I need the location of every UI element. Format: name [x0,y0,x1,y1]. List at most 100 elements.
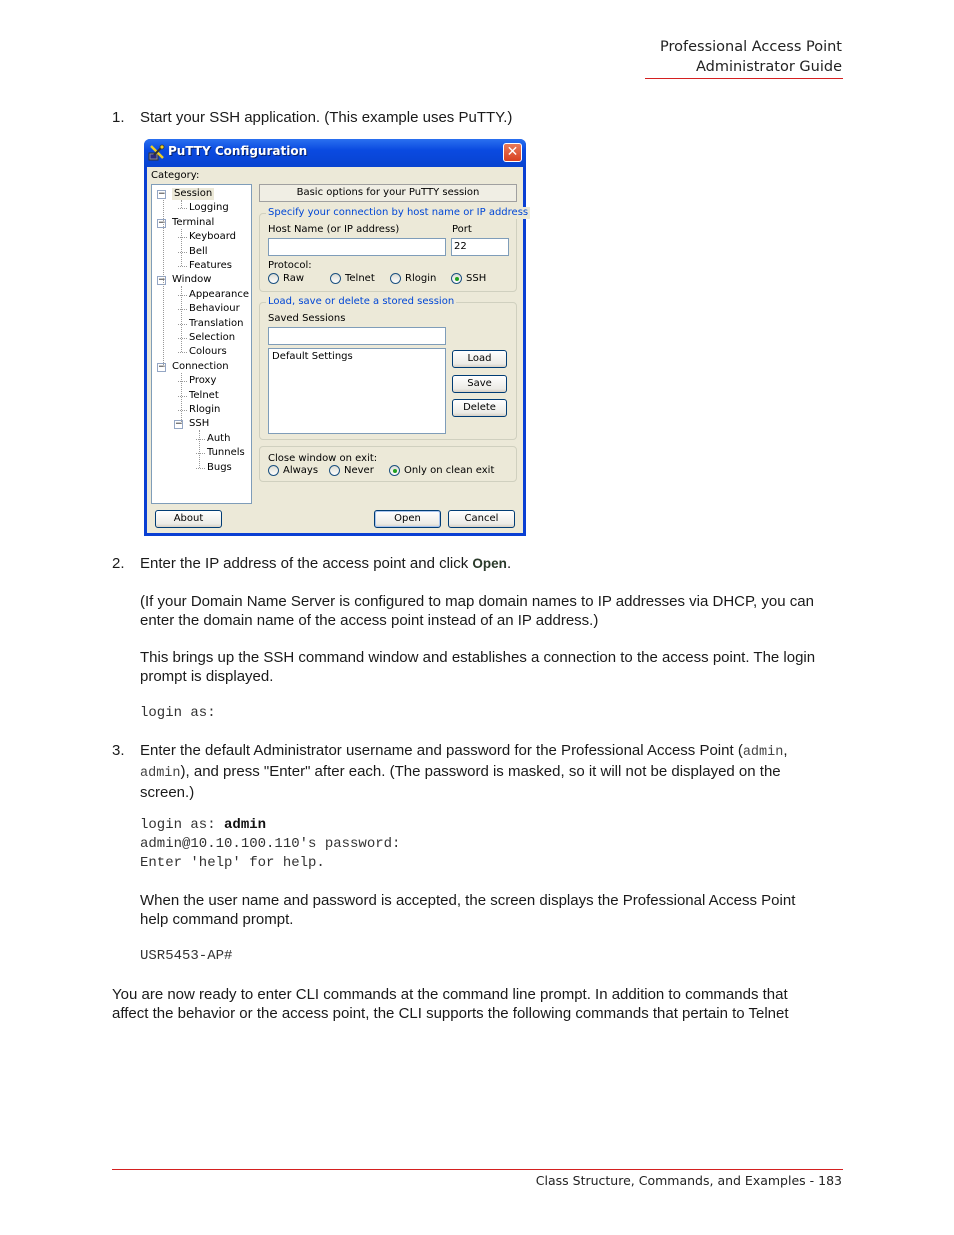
protocol-ssh-radio[interactable]: SSH [451,273,486,285]
tree-item-behaviour[interactable]: Behaviour [189,303,240,315]
tree-item-features[interactable]: Features [189,260,232,272]
closing-line-2: affect the behavior or the access point,… [112,1005,789,1022]
tree-connector [178,208,187,210]
code-login-username: admin [224,817,267,833]
running-header: Professional Access Point Administrator … [660,37,842,77]
tree-connector [181,200,182,209]
about-button[interactable]: About [155,510,222,528]
step-2-instruction: Enter the IP address of the access point… [140,555,473,572]
section-title: Basic options for your PuTTY session [259,184,517,202]
category-tree[interactable]: − Session Logging − Terminal Keyboard Bell Feat… [151,184,252,504]
tree-connector [178,323,187,325]
close-button[interactable]: ✕ [503,143,522,162]
tree-item-translation[interactable]: Translation [189,318,244,330]
cli-prompt-code: USR5453-AP# [140,948,233,964]
tree-item-bugs[interactable]: Bugs [207,462,232,474]
putty-window: PuTTY Configuration ✕ Category: − Session… [144,139,531,536]
tree-item-window[interactable]: Window [172,274,211,286]
closing-paragraph: You are now ready to enter CLI commands … [112,985,789,1023]
tree-connector [196,467,205,469]
tree-connector [199,430,200,468]
tree-connector [163,200,164,367]
protocol-rlogin-radio[interactable]: Rlogin [390,273,436,285]
radio-icon [329,465,340,476]
tree-item-ssh[interactable]: SSH [189,418,209,430]
tree-item-telnet[interactable]: Telnet [189,390,219,402]
page-footer: Class Structure, Commands, and Examples … [535,1173,842,1188]
tree-item-rlogin[interactable]: Rlogin [189,404,220,416]
title-bar: PuTTY Configuration ✕ [144,139,526,167]
step-3-text-part: Enter the default Administrator username… [140,742,743,759]
host-name-input[interactable] [268,238,446,256]
sessions-group: Load, save or delete a stored session Sa… [259,296,517,440]
tree-collapse-icon[interactable]: − [157,276,166,286]
header-subtitle: Administrator Guide [695,59,842,75]
tree-connector [178,266,187,267]
tree-item-keyboard[interactable]: Keyboard [189,231,236,243]
tree-item-tunnels[interactable]: Tunnels [207,447,245,459]
tree-connector [178,410,187,411]
login-session-code: login as: admin admin@10.10.100.110's pa… [140,816,400,873]
putty-app-icon [148,144,165,161]
radio-selected-icon [451,273,462,284]
protocol-telnet-radio[interactable]: Telnet [330,273,375,285]
tree-item-auth[interactable]: Auth [207,433,230,445]
tree-item-selection[interactable]: Selection [189,332,235,344]
close-never-label: Never [344,465,374,476]
port-input[interactable]: 22 [451,238,509,256]
close-always-radio[interactable]: Always [268,465,318,477]
connection-group-legend: Specify your connection by host name or … [266,207,531,219]
radio-icon [268,465,279,476]
step-3-line-1: Enter the default Administrator username… [140,741,845,762]
step-3-number: 3. [112,742,125,759]
tree-item-logging[interactable]: Logging [189,202,229,214]
tree-collapse-icon[interactable]: − [157,218,166,228]
tree-item-colours[interactable]: Colours [189,346,227,358]
code-line-3: Enter 'help' for help. [140,855,325,871]
tree-connector [178,352,187,354]
load-button[interactable]: Load [452,350,507,368]
session-list-item[interactable]: Default Settings [272,351,442,362]
ssh-note-line-1: This brings up the SSH command window an… [140,649,816,666]
dns-note: (If your Domain Name Server is configure… [140,592,814,630]
step-1-number: 1. [112,109,125,126]
closing-line-1: You are now ready to enter CLI commands … [112,986,788,1003]
tree-connector [181,372,182,425]
protocol-raw-radio[interactable]: Raw [268,273,304,285]
radio-icon [390,273,401,284]
cancel-button[interactable]: Cancel [448,510,515,528]
tree-item-terminal[interactable]: Terminal [172,217,214,229]
dns-note-line-2: enter the domain name of the access poin… [140,612,599,629]
close-never-radio[interactable]: Never [329,465,374,477]
tree-connector [196,438,205,440]
tree-collapse-icon[interactable]: − [157,190,166,199]
delete-button[interactable]: Delete [452,399,507,417]
tree-connector [178,338,187,339]
tree-item-proxy[interactable]: Proxy [189,375,216,387]
tree-connector [181,228,182,266]
tree-item-connection[interactable]: Connection [172,361,229,373]
code-line-1: login as: admin [140,816,400,835]
tree-connector [178,294,187,296]
protocol-rlogin-label: Rlogin [405,273,437,284]
radio-icon [268,273,279,284]
sessions-list[interactable]: Default Settings [268,348,446,434]
open-button[interactable]: Open [374,510,441,528]
accepted-note-line-2: help command prompt. [140,911,294,928]
tree-connector [178,251,187,253]
saved-sessions-input[interactable] [268,327,446,345]
tree-collapse-icon[interactable]: − [157,362,166,372]
header-title: Professional Access Point [659,39,842,55]
ssh-note-line-2: prompt is displayed. [140,668,274,685]
step-3-text: Enter the default Administrator username… [140,741,845,802]
save-button[interactable]: Save [452,375,507,393]
tree-item-session[interactable]: Session [172,188,215,200]
close-window-label: Close window on exit: [268,453,378,464]
host-name-label: Host Name (or IP address) [268,224,400,235]
sessions-group-legend: Load, save or delete a stored session [266,296,457,308]
close-clean-exit-radio[interactable]: Only on clean exit [389,465,494,477]
step-1-text: Start your SSH application. (This exampl… [140,109,513,126]
tree-item-bell[interactable]: Bell [189,246,208,258]
tree-item-appearance[interactable]: Appearance [189,289,249,301]
step-3-line-3: screen.) [140,784,195,801]
